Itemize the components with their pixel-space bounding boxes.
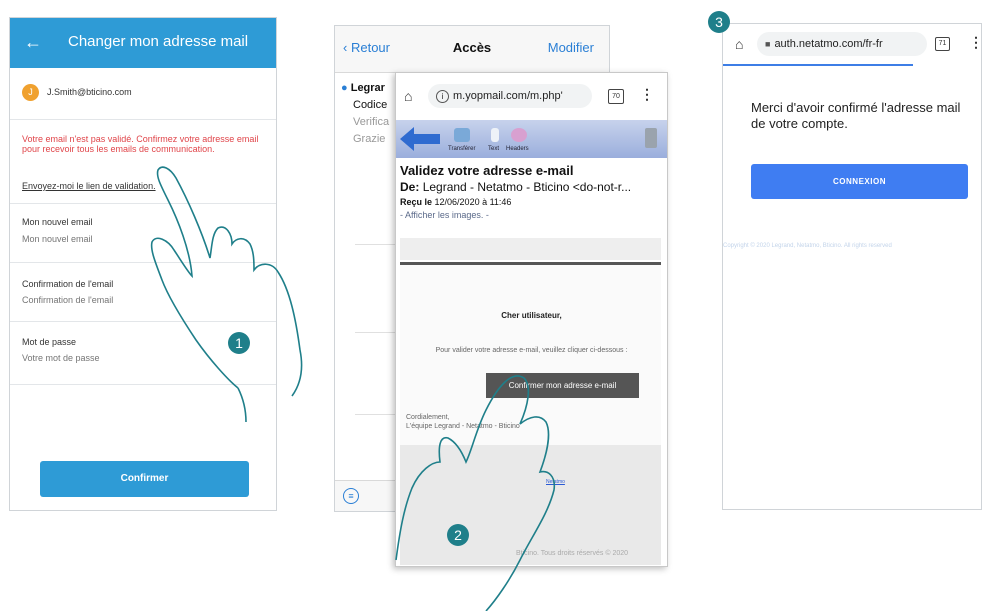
divider xyxy=(10,262,276,263)
mail-footer xyxy=(400,445,661,565)
home-icon[interactable]: ⌂ xyxy=(735,36,743,52)
confirm-button[interactable]: Confirmer xyxy=(40,461,249,497)
page-title: Changer mon adresse mail xyxy=(68,33,249,50)
confirm-email-button[interactable]: Confirmer mon adresse e-mail xyxy=(486,373,639,398)
from-label: De: xyxy=(400,180,420,194)
app-header: ← Changer mon adresse mail xyxy=(10,18,276,68)
home-icon[interactable]: ⌂ xyxy=(404,88,412,104)
headers-icon[interactable] xyxy=(511,128,527,142)
password-field[interactable] xyxy=(22,353,222,363)
confirm-email-field[interactable] xyxy=(22,295,222,305)
send-validation-link[interactable]: Envoyez-moi le lien de validation. xyxy=(22,181,156,191)
sender-name: Legrar xyxy=(350,82,385,94)
list-item-line: Grazie xyxy=(353,133,386,145)
ios-nav-bar: ‹ Retour Accès Modifier xyxy=(335,26,609,73)
change-email-screen: ← Changer mon adresse mail J J.Smith@bti… xyxy=(9,17,277,511)
validation-warning: Votre email n'est pas validé. Confirmez … xyxy=(22,134,259,154)
step-badge: 1 xyxy=(228,332,250,354)
browser-mail-screen: ⌂ i m.yopmail.com/m.php' 70 ⋮ Transférer … xyxy=(395,72,668,567)
tab-count-icon[interactable]: 71 xyxy=(935,37,950,51)
menu-kebab-icon[interactable]: ⋮ xyxy=(640,86,654,103)
mail-received: Reçu le 12/06/2020 à 11:46 xyxy=(400,197,511,207)
page-load-progress xyxy=(723,64,913,66)
mail-greeting: Cher utilisateur, xyxy=(501,311,562,320)
text-icon[interactable] xyxy=(491,128,499,142)
show-images-link[interactable]: - Afficher les images. - xyxy=(400,210,489,220)
connexion-button[interactable]: CONNEXION xyxy=(751,164,968,199)
new-email-field[interactable] xyxy=(22,234,222,244)
address-bar[interactable]: i m.yopmail.com/m.php' xyxy=(428,84,592,108)
divider xyxy=(10,384,276,385)
menu-kebab-icon[interactable]: ⋮ xyxy=(969,34,981,51)
back-arrow-icon[interactable] xyxy=(400,127,440,151)
info-icon: i xyxy=(436,89,449,103)
received-label: Reçu le xyxy=(400,197,433,207)
list-item-sender[interactable]: ● Legrar xyxy=(341,82,385,94)
footer-link[interactable]: Netatmo xyxy=(546,479,565,485)
list-item-line: Verifica xyxy=(353,116,390,128)
closing-text: Cordialement, xyxy=(406,414,450,421)
from-value: Legrand - Netatmo - Bticino <do-not-r... xyxy=(422,180,632,194)
tab-count-icon[interactable]: 70 xyxy=(608,89,624,104)
filter-icon[interactable]: ≡ xyxy=(343,488,359,504)
divider xyxy=(10,321,276,322)
divider xyxy=(10,119,276,120)
list-item-line: Codice xyxy=(353,99,388,111)
received-value: 12/06/2020 à 11:46 xyxy=(434,197,512,207)
mail-from: De: Legrand - Netatmo - Bticino <do-not-… xyxy=(400,180,631,194)
url-text: auth.netatmo.com/fr-fr xyxy=(774,38,883,50)
unread-dot-icon: ● xyxy=(341,82,348,94)
forward-label: Transférer xyxy=(448,146,476,152)
mail-closing: Cordialement, L'équipe Legrand - Netatmo … xyxy=(406,413,520,431)
mail-toolbar: Transférer Text Headers xyxy=(396,120,667,158)
step-badge: 3 xyxy=(708,11,730,33)
url-text: m.yopmail.com/m.php' xyxy=(453,90,563,102)
team-text: L'équipe Legrand - Netatmo - Bticino xyxy=(406,423,520,430)
netatmo-confirmation-screen: ⌂ ■ auth.netatmo.com/fr-fr 71 ⋮ Merci d'a… xyxy=(722,23,982,510)
account-email: J.Smith@bticino.com xyxy=(47,87,132,97)
mail-banner xyxy=(400,238,661,260)
trash-icon[interactable] xyxy=(645,128,657,148)
step-badge: 2 xyxy=(447,524,469,546)
browser-chrome: ⌂ ■ auth.netatmo.com/fr-fr 71 ⋮ xyxy=(723,24,981,64)
confirm-email-label: Confirmation de l'email xyxy=(22,279,114,289)
divider xyxy=(10,203,276,204)
browser-chrome: ⌂ i m.yopmail.com/m.php' 70 ⋮ xyxy=(396,73,667,119)
avatar: J xyxy=(22,84,39,101)
text-label: Text xyxy=(488,146,500,152)
new-email-label: Mon nouvel email xyxy=(22,217,93,227)
forward-icon[interactable] xyxy=(454,128,470,142)
edit-button[interactable]: Modifier xyxy=(548,40,594,55)
back-arrow-icon[interactable]: ← xyxy=(24,32,42,52)
copyright-text: Copyright © 2020 Legrand, Netatmo, Btici… xyxy=(723,243,892,249)
mail-instruction: Pour valider votre adresse e-mail, veuil… xyxy=(435,347,628,354)
lock-icon: ■ xyxy=(765,39,771,49)
mail-subject: Validez votre adresse e-mail xyxy=(400,163,574,178)
password-label: Mot de passe xyxy=(22,337,77,347)
headers-label: Headers xyxy=(506,146,529,152)
address-bar[interactable]: ■ auth.netatmo.com/fr-fr xyxy=(757,32,927,56)
confirmation-message: Merci d'avoir confirmé l'adresse mail de… xyxy=(751,100,961,131)
footer-copyright: Bticino. Tous droits réservés © 2020 xyxy=(516,550,629,557)
